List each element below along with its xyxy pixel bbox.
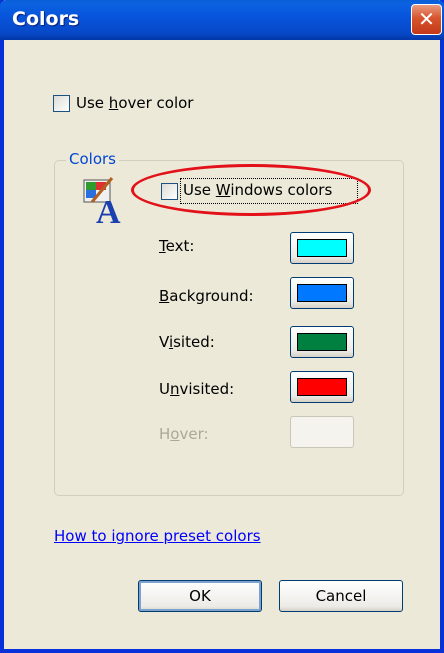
label-part: Use xyxy=(76,94,109,112)
use-hover-color-label[interactable]: Use hover color xyxy=(76,94,193,112)
label-part: sited: xyxy=(173,333,215,351)
visited-color-label: Visited: xyxy=(159,333,215,351)
text-color-button[interactable] xyxy=(290,232,354,264)
svg-text:A: A xyxy=(96,194,121,224)
hover-color-label: Hover: xyxy=(159,425,209,443)
text-color-swatch xyxy=(297,239,347,257)
hover-color-swatch xyxy=(297,423,347,441)
label-part: ver: xyxy=(179,425,209,443)
unvisited-color-button[interactable] xyxy=(290,371,354,403)
label-accel: h xyxy=(108,94,119,112)
ignore-preset-colors-link[interactable]: How to ignore preset colors xyxy=(54,527,261,545)
unvisited-color-label: Unvisited: xyxy=(159,380,234,398)
background-color-button[interactable] xyxy=(290,277,354,309)
label-part: visited: xyxy=(179,380,235,398)
window-title: Colors xyxy=(12,8,80,30)
label-part: ext: xyxy=(165,237,195,255)
title-bar: Colors ✕ xyxy=(0,0,444,40)
visited-color-swatch xyxy=(297,333,347,351)
label-accel: T xyxy=(159,237,166,255)
color-settings-icon: A xyxy=(83,177,121,224)
hover-color-button[interactable] xyxy=(290,416,354,448)
unvisited-color-swatch xyxy=(297,378,347,396)
label-accel: n xyxy=(169,380,180,398)
label-part: ackground: xyxy=(169,287,254,305)
cancel-button[interactable]: Cancel xyxy=(279,580,403,612)
background-color-label: Background: xyxy=(159,287,254,305)
label-part: V xyxy=(159,333,169,351)
background-color-swatch xyxy=(297,284,347,302)
close-button[interactable]: ✕ xyxy=(411,4,442,35)
ok-button[interactable]: OK xyxy=(138,580,262,612)
visited-color-button[interactable] xyxy=(290,326,354,358)
label-part: over color xyxy=(118,94,194,112)
label-part: U xyxy=(159,380,170,398)
text-color-label: Text: xyxy=(159,237,194,255)
colors-group-legend: Colors xyxy=(66,150,119,168)
red-annotation-ellipse xyxy=(131,164,371,216)
label-part: H xyxy=(159,425,171,443)
use-hover-color-checkbox[interactable] xyxy=(53,95,70,112)
label-accel: B xyxy=(159,287,170,305)
